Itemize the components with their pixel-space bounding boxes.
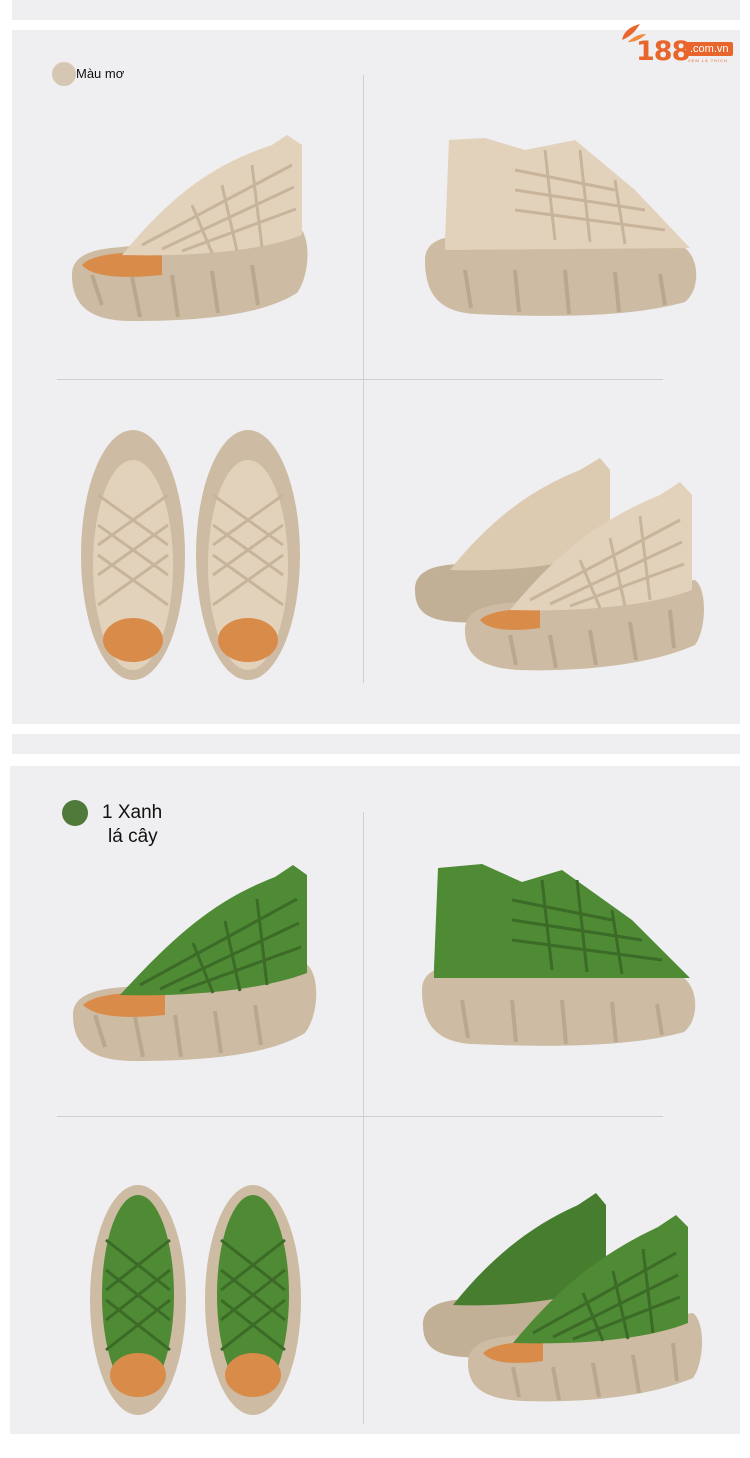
grid-divider-horizontal [57, 1116, 663, 1117]
shoe-image-apricot-side-right [72, 135, 308, 321]
logo-tagline: XEM LÀ THÍCH [688, 58, 728, 63]
color-label-green-line2: lá cây [108, 826, 158, 847]
color-label-green-line1: 1 Xanh [102, 802, 163, 823]
shoe-image-apricot-top [81, 430, 300, 680]
shoe-image-green-pair [423, 1193, 703, 1402]
grid-divider-vertical [363, 812, 364, 1424]
brand-logo: 188 .com.vn XEM LÀ THÍCH [618, 22, 738, 70]
color-swatch-green [62, 800, 88, 826]
shoe-image-green-side-left [422, 864, 696, 1046]
shoe-image-apricot-side-left [425, 138, 697, 316]
color-swatch-apricot [52, 62, 76, 86]
logo-number: 188 [636, 36, 690, 67]
logo-domain: .com.vn [686, 42, 733, 56]
middle-divider-band [12, 734, 740, 754]
shoe-image-apricot-pair [415, 458, 705, 671]
shoe-image-green-top [90, 1185, 301, 1415]
color-label-apricot: Màu mơ [76, 66, 125, 81]
grid-divider-horizontal [57, 379, 663, 380]
top-divider-band [12, 0, 740, 20]
shoe-image-green-side-right [73, 865, 317, 1061]
